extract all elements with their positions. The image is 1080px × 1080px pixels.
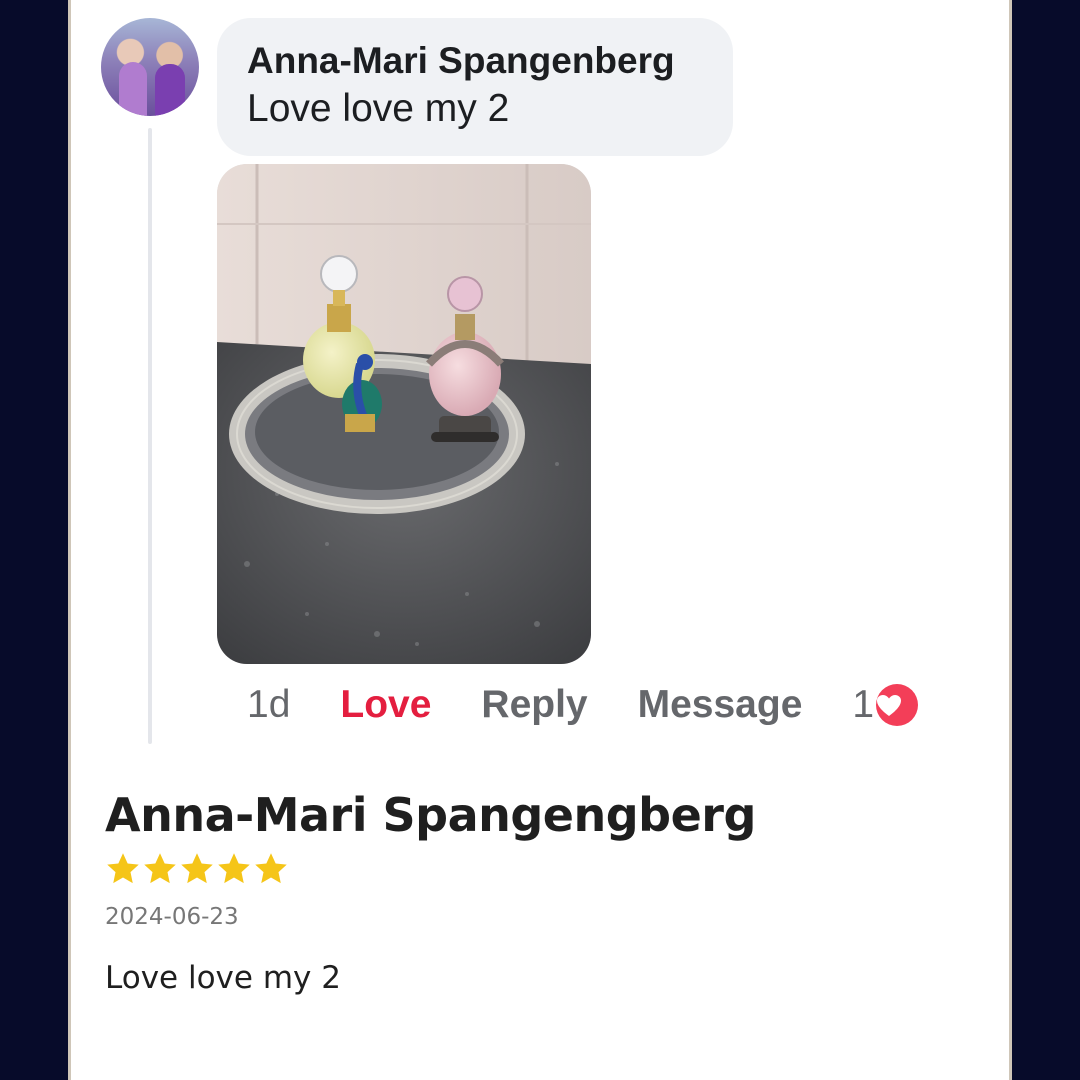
thread-line [148, 128, 152, 744]
heart-icon-glyph [877, 695, 902, 716]
star-rating [105, 850, 289, 890]
comment-author[interactable]: Anna-Mari Spangenberg [247, 38, 703, 84]
comment-timestamp[interactable]: 1d [247, 683, 290, 727]
star-icon [107, 853, 139, 884]
love-button[interactable]: Love [340, 683, 431, 727]
avatar-figure-left [119, 62, 147, 116]
review-card: Anna-Mari Spangenberg Love love my 2 1d … [68, 0, 1012, 1080]
star-icon [144, 853, 176, 884]
star-icon [218, 853, 250, 884]
reply-button[interactable]: Reply [481, 683, 587, 727]
comment-actions: 1d Love Reply Message 1 [247, 680, 919, 730]
comment-text: Love love my 2 [247, 87, 510, 130]
avatar-figure-right [155, 64, 185, 116]
message-button[interactable]: Message [638, 683, 803, 727]
comment-bubble: Anna-Mari Spangenberg Love love my 2 [217, 18, 733, 156]
comment-photo-image [217, 164, 591, 664]
star-icon [255, 853, 287, 884]
review-author: Anna-Mari Spangengberg [105, 788, 756, 842]
reaction-count[interactable]: 1 [852, 683, 874, 727]
comment-photo[interactable] [217, 164, 591, 664]
review-date: 2024-06-23 [105, 904, 239, 930]
heart-icon[interactable] [876, 684, 919, 726]
avatar[interactable] [101, 18, 199, 116]
review-text: Love love my 2 [105, 960, 341, 996]
star-icon [181, 853, 213, 884]
